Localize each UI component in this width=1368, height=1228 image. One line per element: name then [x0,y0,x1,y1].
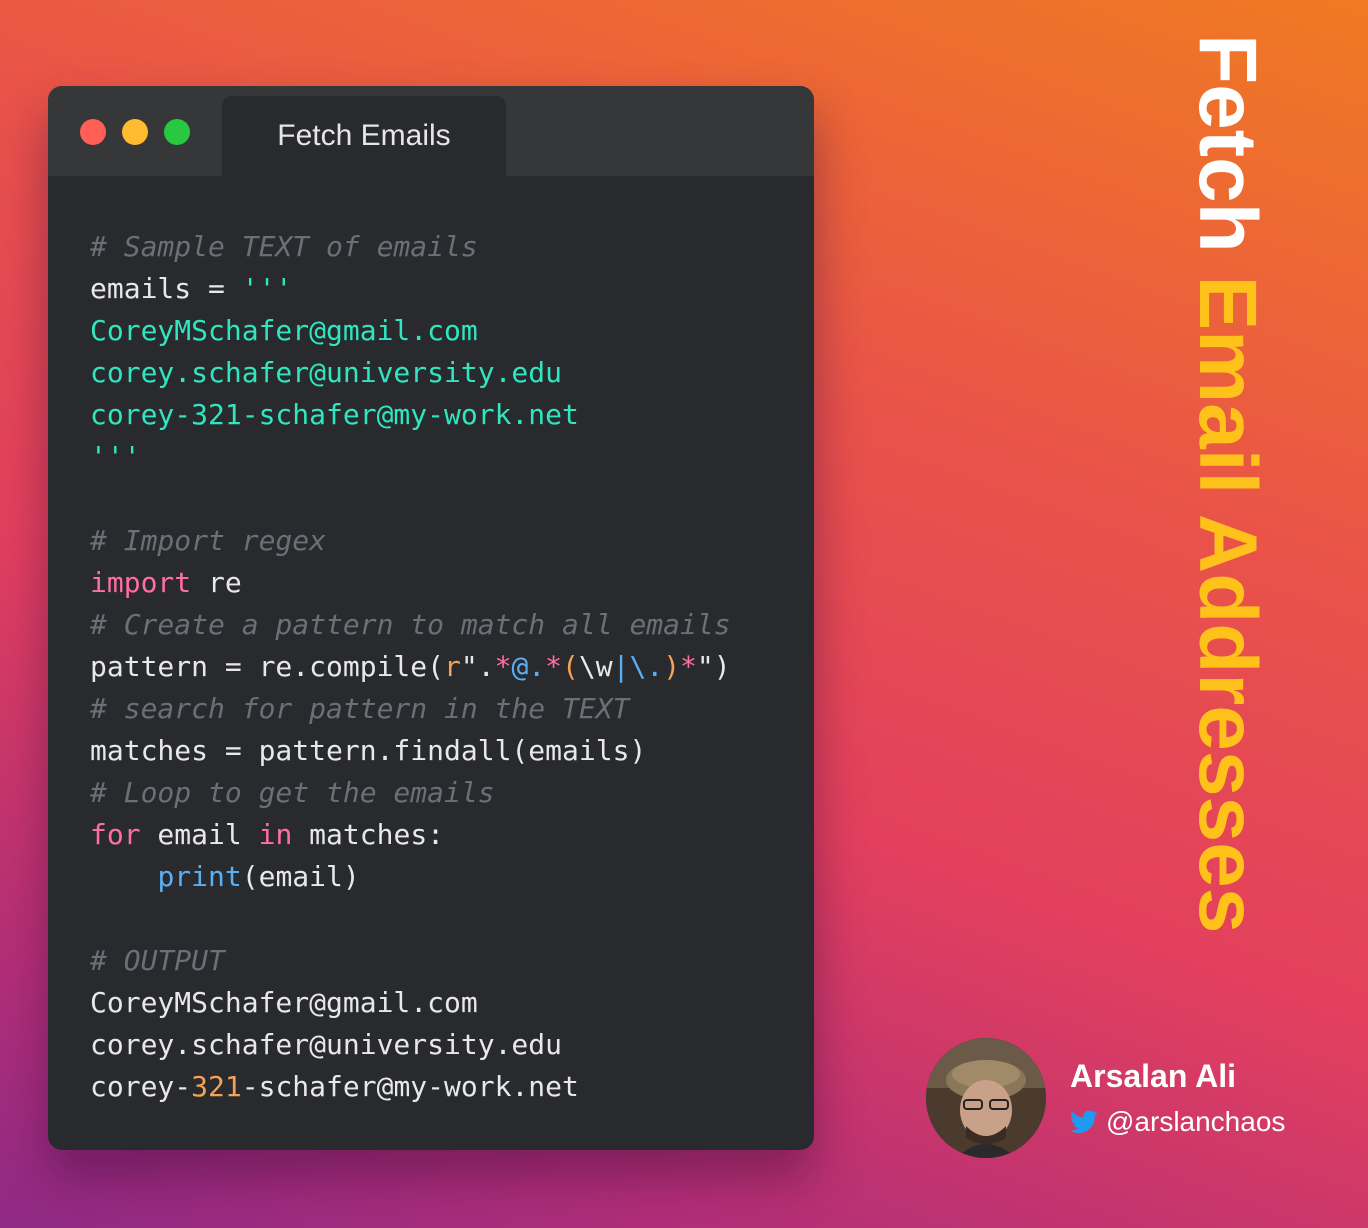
code-token: ") [696,650,731,683]
code-line: print(email) [90,856,804,898]
code-line: corey-321-schafer@my-work.net [90,1066,804,1108]
code-token: import [90,566,192,599]
code-token: # Create a pattern to match all emails [90,608,731,641]
code-line: # search for pattern in the TEXT [90,688,804,730]
maximize-window-button[interactable] [164,119,190,145]
tab-fetch-emails[interactable]: Fetch Emails [222,96,506,176]
code-token: ''' [90,440,141,473]
code-token: ( [562,650,579,683]
code-token: email [140,818,259,851]
code-token: # search for pattern in the TEXT [90,692,630,725]
code-line: CoreyMSchafer@gmail.com [90,310,804,352]
avatar-photo [926,1038,1046,1158]
code-line: corey.schafer@university.edu [90,352,804,394]
author-handle[interactable]: @arslanchaos [1106,1106,1285,1138]
code-window: Fetch Emails # Sample TEXT of emails emai… [48,86,814,1150]
code-line: # Create a pattern to match all emails [90,604,804,646]
code-token: 321 [191,1070,242,1103]
code-token: matches = pattern.findall(emails) [90,734,647,767]
code-token: ) [663,650,681,683]
code-line: corey.schafer@university.edu [90,1024,804,1066]
code-token: # OUTPUT [90,944,225,977]
close-window-button[interactable] [80,119,106,145]
code-line: for email in matches: [90,814,804,856]
code-token: print [157,860,242,893]
code-token: # Loop to get the emails [90,776,495,809]
code-token: # Import regex [90,524,327,557]
code-line: # OUTPUT [90,940,804,982]
code-line: # Sample TEXT of emails [90,226,804,268]
side-title: Fetch Email Addresses [1182,34,1273,933]
side-title-word-1: Fetch [1182,34,1273,276]
code-token: CoreyMSchafer@gmail.com [90,986,478,1019]
code-token: * [680,650,697,683]
code-line: matches = pattern.findall(emails) [90,730,804,772]
code-token: re [191,566,242,599]
author-name: Arsalan Ali [1070,1058,1236,1094]
code-token: pattern = re.compile( [90,650,445,683]
code-line: import re [90,562,804,604]
code-token: for [90,818,141,851]
code-line: ''' [90,436,804,478]
code-line: pattern = re.compile(r".*@.*(\w|\.)*") [90,646,804,688]
code-token: ''' [241,272,293,305]
code-line: corey-321-schafer@my-work.net [90,394,804,436]
code-token: r [444,650,461,683]
code-token: -schafer@my-work.net [241,1070,579,1103]
code-token: corey-321-schafer@my-work.net [90,398,579,431]
code-token: \w [578,650,613,683]
code-line: # Loop to get the emails [90,772,804,814]
code-token: matches: [292,818,445,851]
code-token: (email) [241,860,360,893]
twitter-icon [1070,1110,1098,1133]
code-line: CoreyMSchafer@gmail.com [90,982,804,1024]
code-token: corey.schafer@university.edu [90,356,563,389]
code-line: emails = ''' [90,268,804,310]
code-token: ". [460,650,495,683]
code-token: \. [629,650,664,683]
code-token: in [258,818,293,851]
code-line: # Import regex [90,520,804,562]
avatar [926,1038,1046,1158]
code-token: * [494,650,512,683]
code-token: CoreyMSchafer@gmail.com [90,314,478,347]
code-token: # Sample TEXT of emails [90,230,478,263]
code-token: * [545,650,563,683]
minimize-window-button[interactable] [122,119,148,145]
author-handle-row[interactable]: @arslanchaos [1070,1106,1285,1138]
tab-label: Fetch Emails [277,119,451,152]
code-token: corey- [90,1070,192,1103]
code-token: @. [511,650,546,683]
code-token: | [612,650,630,683]
code-token: emails = [90,272,242,305]
side-title-word-2: Email Addresses [1182,275,1273,934]
window-titlebar: Fetch Emails [48,86,814,176]
code-block: # Sample TEXT of emails emails = ''' Corey… [90,226,804,1108]
code-token: corey.schafer@university.edu [90,1028,563,1061]
